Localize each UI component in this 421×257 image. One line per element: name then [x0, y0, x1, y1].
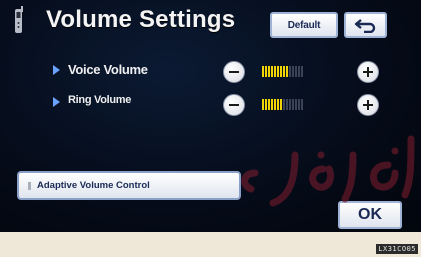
ok-button-label: OK — [358, 206, 382, 223]
default-button[interactable]: Default — [270, 12, 338, 38]
meter-segment — [283, 98, 285, 110]
meter-segment — [289, 65, 291, 77]
phone-icon — [15, 6, 23, 33]
meter-segment — [262, 65, 264, 77]
voice-decrease-button[interactable] — [223, 61, 245, 83]
ring-increase-button[interactable] — [357, 94, 379, 116]
voice-bullet-icon — [53, 65, 60, 75]
indicator-icon — [28, 182, 31, 190]
adaptive-volume-control-button[interactable]: Adaptive Volume Control — [17, 171, 241, 200]
ring-volume-label: Ring Volume — [68, 94, 132, 106]
meter-segment — [265, 65, 267, 77]
meter-segment — [286, 65, 288, 77]
voice-increase-button[interactable] — [357, 61, 379, 83]
meter-segment — [268, 98, 270, 110]
meter-segment — [277, 98, 279, 110]
ok-button[interactable]: OK — [338, 201, 402, 229]
meter-segment — [274, 98, 276, 110]
minus-icon — [229, 104, 239, 106]
meter-segment — [271, 65, 273, 77]
meter-segment — [277, 65, 279, 77]
page-title: Volume Settings — [46, 6, 236, 33]
meter-segment — [274, 65, 276, 77]
meter-segment — [301, 98, 303, 110]
minus-icon — [229, 71, 239, 73]
meter-segment — [268, 65, 270, 77]
meter-segment — [295, 65, 297, 77]
default-button-label: Default — [287, 19, 321, 31]
return-arrow-icon — [354, 19, 375, 33]
meter-segment — [298, 98, 300, 110]
meter-segment — [262, 98, 264, 110]
caption-band: LX31CO05 — [0, 232, 421, 257]
meter-segment — [292, 98, 294, 110]
meter-segment — [283, 65, 285, 77]
meter-segment — [289, 98, 291, 110]
meter-segment — [280, 65, 282, 77]
adaptive-volume-control-label: Adaptive Volume Control — [37, 180, 150, 191]
meter-segment — [298, 65, 300, 77]
voice-volume-label: Voice Volume — [68, 62, 148, 77]
image-code: LX31CO05 — [376, 244, 418, 254]
voice-volume-meter — [262, 64, 362, 78]
meter-segment — [271, 98, 273, 110]
meter-segment — [301, 65, 303, 77]
ring-decrease-button[interactable] — [223, 94, 245, 116]
meter-segment — [286, 98, 288, 110]
meter-segment — [265, 98, 267, 110]
meter-segment — [280, 98, 282, 110]
back-button[interactable] — [344, 12, 387, 38]
ring-bullet-icon — [53, 97, 60, 107]
meter-segment — [292, 65, 294, 77]
ring-volume-meter — [262, 97, 362, 111]
meter-segment — [295, 98, 297, 110]
